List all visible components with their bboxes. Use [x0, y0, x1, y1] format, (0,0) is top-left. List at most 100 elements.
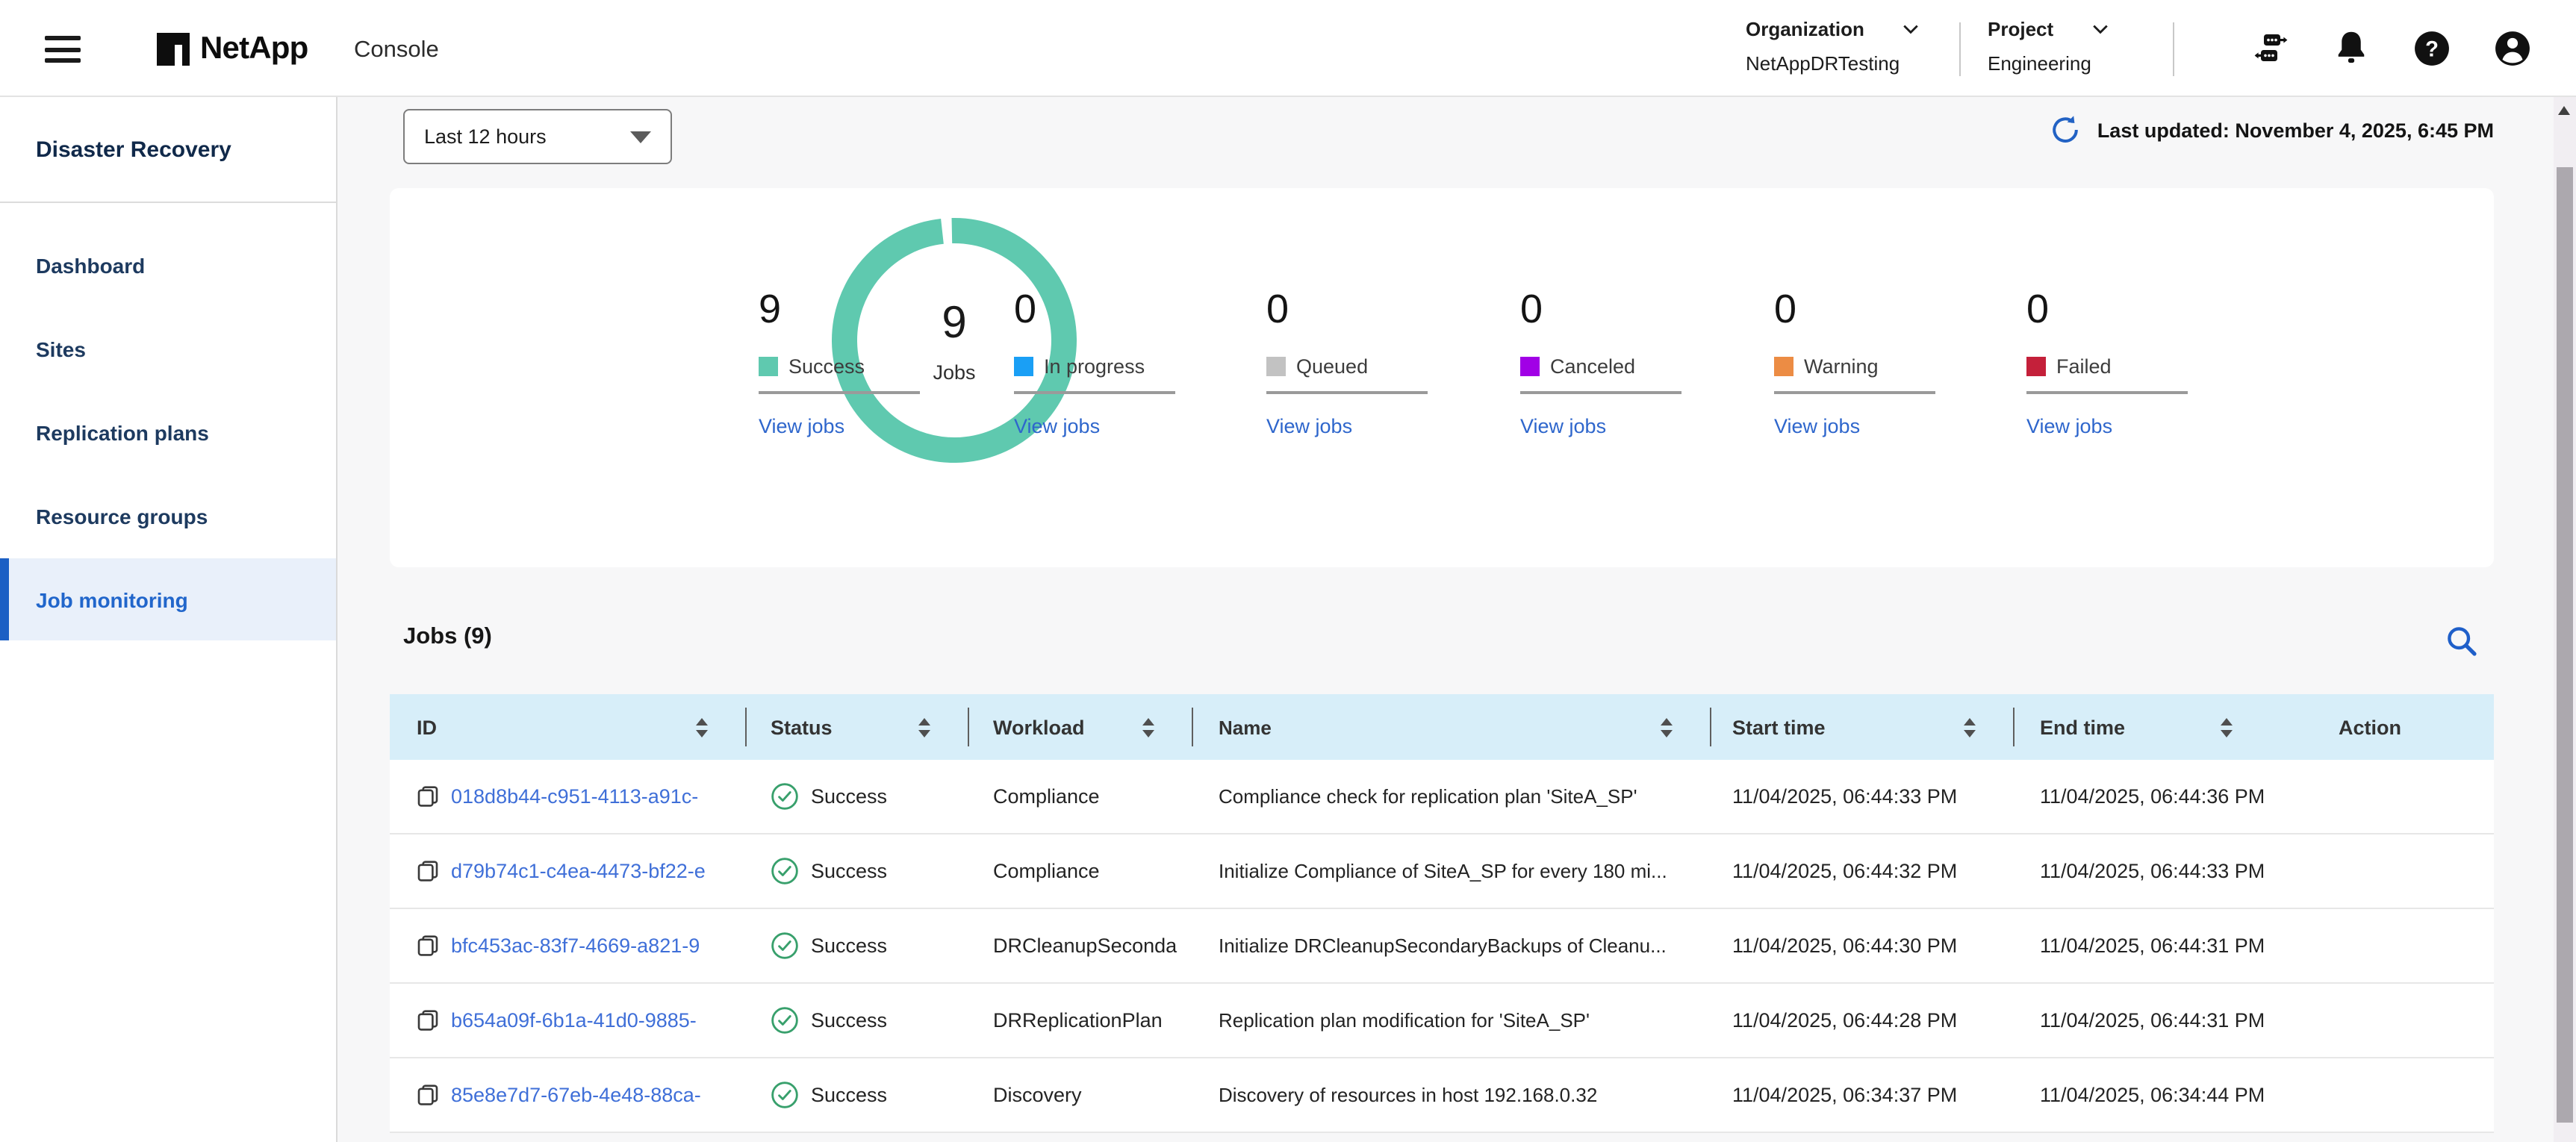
column-label: Status — [771, 716, 833, 738]
sort-icon[interactable] — [1964, 717, 1976, 737]
legend-square — [2026, 357, 2046, 376]
column-header-start-time[interactable]: Start time — [1711, 694, 2015, 760]
job-id-link[interactable]: 85e8e7d7-67eb-4e48-88ca- — [451, 1084, 701, 1106]
stat-rule — [1014, 391, 1175, 394]
table-header-row: ID Status Workload Name Start time End t… — [390, 694, 2494, 760]
header-divider — [2173, 22, 2174, 76]
sidebar-item-job-monitoring[interactable]: Job monitoring — [0, 558, 336, 640]
sidebar-item-label: Job monitoring — [36, 587, 188, 611]
sort-icon[interactable] — [2221, 717, 2233, 737]
stat-queued: 0 Queued View jobs — [1266, 290, 1490, 440]
end-time-cell: 11/04/2025, 06:44:33 PM — [2015, 834, 2271, 908]
vertical-scrollbar[interactable] — [2554, 97, 2576, 1142]
refresh-icon[interactable] — [2050, 113, 2082, 146]
column-header-end-time[interactable]: End time — [2015, 694, 2271, 760]
organization-label: Organization — [1746, 18, 1864, 40]
stat-failed: 0 Failed View jobs — [2026, 290, 2250, 440]
sidebar-item-resource-groups[interactable]: Resource groups — [0, 475, 336, 558]
stat-rule — [1520, 391, 1681, 394]
view-jobs-link[interactable]: View jobs — [1520, 415, 1606, 437]
stat-rule — [1266, 391, 1428, 394]
sidebar-item-label: Dashboard — [36, 254, 145, 278]
status-text: Success — [811, 1084, 887, 1106]
column-label: Name — [1219, 716, 1272, 738]
netapp-logo: NetApp — [157, 31, 308, 67]
sort-icon[interactable] — [1661, 717, 1673, 737]
workload-cell: Compliance — [969, 760, 1193, 833]
stat-rule — [1774, 391, 1935, 394]
sidebar-title: Disaster Recovery — [0, 97, 336, 163]
legend-square — [1014, 357, 1033, 376]
app-header: NetApp Console Organization NetAppDRTest… — [0, 0, 2576, 97]
jobs-table-title: Jobs (9) — [403, 624, 492, 651]
job-id-link[interactable]: 018d8b44-c951-4113-a91c- — [451, 785, 698, 808]
copy-icon[interactable] — [417, 934, 439, 957]
last-updated-text: Last updated: November 4, 2025, 6:45 PM — [2097, 119, 2494, 141]
end-time-cell: 11/04/2025, 06:44:31 PM — [2015, 984, 2271, 1057]
sidebar-item-label: Replication plans — [36, 421, 209, 445]
connector-icon[interactable] — [2252, 30, 2289, 67]
sidebar-item-sites[interactable]: Sites — [0, 308, 336, 391]
scrollbar-thumb[interactable] — [2557, 167, 2573, 1123]
action-cell — [2271, 984, 2494, 1057]
table-row: 85e8e7d7-67eb-4e48-88ca- Success Discove… — [390, 1058, 2494, 1133]
sidebar-item-replication-plans[interactable]: Replication plans — [0, 391, 336, 475]
sort-icon[interactable] — [1142, 717, 1154, 737]
job-id-link[interactable]: bfc453ac-83f7-4669-a821-9 — [451, 934, 700, 957]
legend-square — [1774, 357, 1793, 376]
stat-count: 0 — [1014, 290, 1238, 330]
organization-selector[interactable]: Organization NetAppDRTesting — [1746, 18, 1943, 75]
view-jobs-link[interactable]: View jobs — [1266, 415, 1352, 437]
notifications-icon[interactable] — [2333, 30, 2370, 67]
copy-icon[interactable] — [417, 1009, 439, 1032]
column-header-workload[interactable]: Workload — [969, 694, 1193, 760]
stat-count: 0 — [1520, 290, 1744, 330]
job-id-link[interactable]: b654a09f-6b1a-41d0-9885- — [451, 1009, 697, 1032]
help-icon[interactable]: ? — [2413, 30, 2451, 67]
workload-cell: Discovery — [969, 1058, 1193, 1132]
view-jobs-link[interactable]: View jobs — [2026, 415, 2112, 437]
view-jobs-link[interactable]: View jobs — [759, 415, 844, 437]
time-range-dropdown[interactable]: Last 12 hours — [403, 109, 672, 164]
name-cell: Replication plan modification for 'SiteA… — [1193, 984, 1711, 1057]
brand-name: NetApp — [200, 31, 308, 67]
sort-icon[interactable] — [918, 717, 930, 737]
start-time-cell: 11/04/2025, 06:44:32 PM — [1711, 834, 2015, 908]
column-label: Workload — [993, 716, 1085, 738]
workload-cell: DRReplicationPlan — [969, 984, 1193, 1057]
stat-label: Failed — [2056, 355, 2112, 378]
chevron-down-icon — [2092, 24, 2109, 34]
status-text: Success — [811, 785, 887, 808]
job-id-link[interactable]: d79b74c1-c4ea-4473-bf22-e — [451, 860, 706, 882]
column-label: Action — [2339, 716, 2401, 738]
sidebar-item-label: Resource groups — [36, 505, 208, 528]
search-icon[interactable] — [2446, 625, 2477, 657]
view-jobs-link[interactable]: View jobs — [1774, 415, 1860, 437]
menu-icon[interactable] — [45, 36, 81, 63]
success-check-icon — [771, 932, 799, 960]
project-selector[interactable]: Project Engineering — [1988, 18, 2167, 75]
copy-icon[interactable] — [417, 860, 439, 882]
column-header-id[interactable]: ID — [390, 694, 747, 760]
account-icon[interactable] — [2494, 30, 2531, 67]
view-jobs-link[interactable]: View jobs — [1014, 415, 1100, 437]
scroll-up-icon[interactable] — [2558, 106, 2570, 115]
stat-label: In progress — [1044, 355, 1145, 378]
end-time-cell: 11/04/2025, 06:34:44 PM — [2015, 1058, 2271, 1132]
organization-value: NetAppDRTesting — [1746, 52, 1943, 75]
copy-icon[interactable] — [417, 785, 439, 808]
end-time-cell: 11/04/2025, 06:44:31 PM — [2015, 909, 2271, 982]
status-text: Success — [811, 860, 887, 882]
legend-square — [1520, 357, 1540, 376]
time-range-value: Last 12 hours — [424, 125, 547, 148]
column-header-status[interactable]: Status — [747, 694, 969, 760]
column-header-name[interactable]: Name — [1193, 694, 1711, 760]
sidebar-divider — [0, 202, 336, 203]
sidebar-item-label: Sites — [36, 337, 86, 361]
stat-count: 0 — [1774, 290, 1998, 330]
start-time-cell: 11/04/2025, 06:34:37 PM — [1711, 1058, 2015, 1132]
sort-icon[interactable] — [696, 717, 708, 737]
end-time-cell: 11/04/2025, 06:44:36 PM — [2015, 760, 2271, 833]
sidebar-item-dashboard[interactable]: Dashboard — [0, 224, 336, 308]
copy-icon[interactable] — [417, 1084, 439, 1106]
